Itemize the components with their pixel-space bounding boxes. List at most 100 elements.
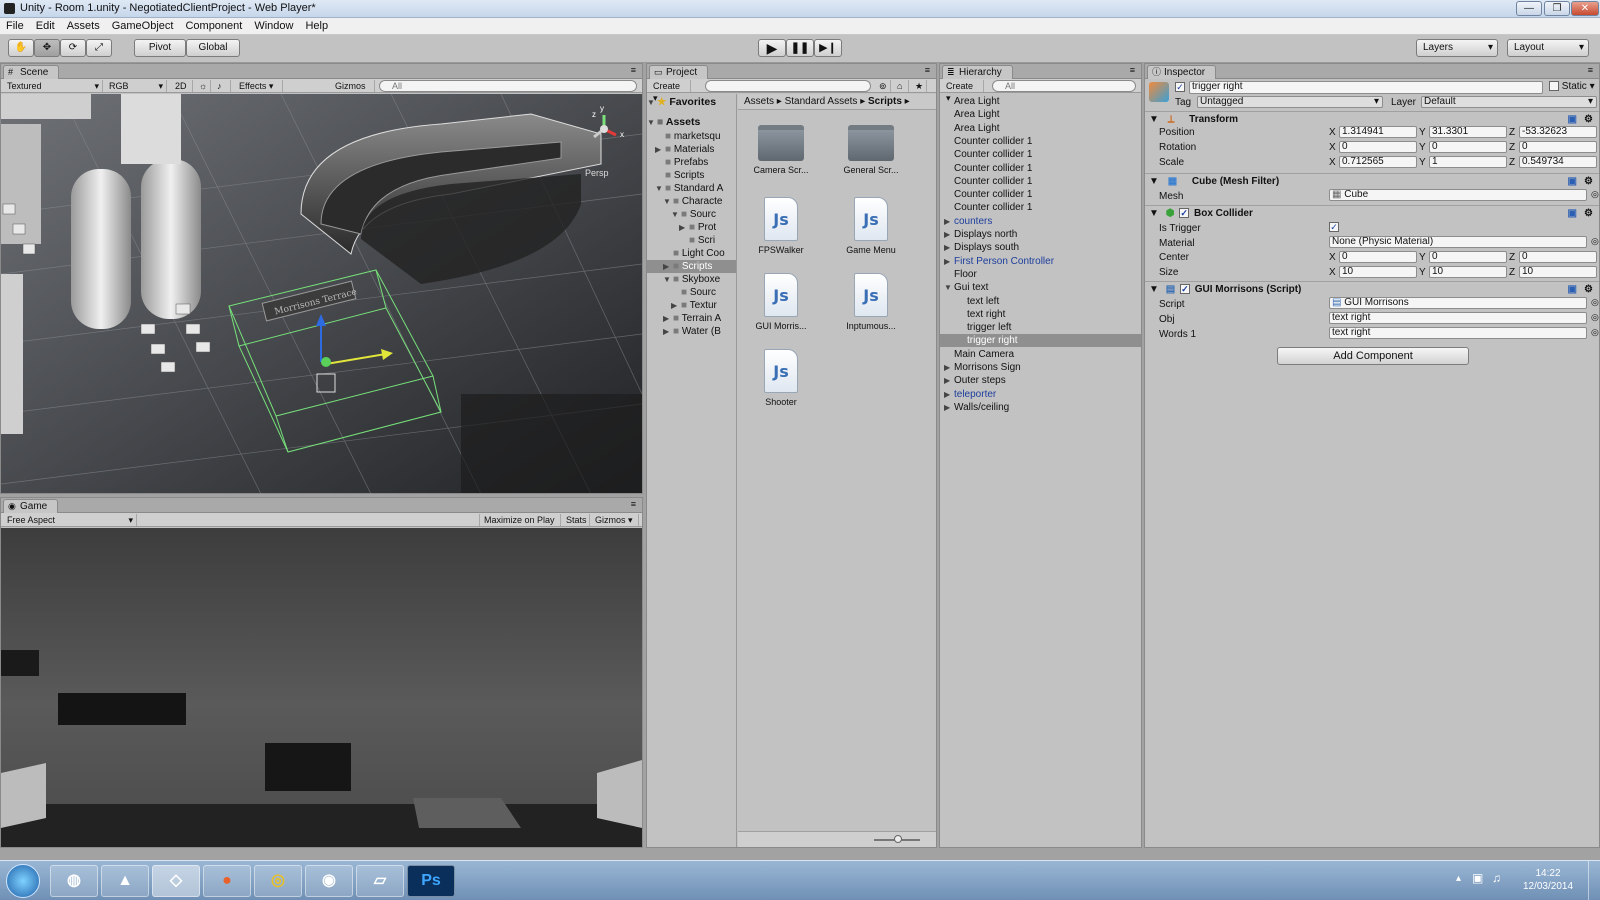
help-book-icon[interactable]: ▣ — [1568, 206, 1577, 222]
filter-label-icon[interactable]: ⌂ — [893, 80, 909, 92]
rotation-x-field[interactable]: 0 — [1339, 141, 1417, 153]
show-desktop-button[interactable] — [1588, 861, 1600, 900]
volume-icon[interactable]: ♫ — [1492, 871, 1501, 885]
favorites-row[interactable]: ▼ ★ Favorites — [647, 96, 736, 109]
play-button[interactable]: ▶ — [758, 39, 786, 57]
mesh-field[interactable]: ▦ Cube — [1329, 189, 1587, 201]
hierarchy-item[interactable]: ▶ teleporter — [940, 388, 1141, 401]
hierarchy-item[interactable]: Area Light — [940, 95, 1141, 108]
menu-component[interactable]: Component — [179, 18, 248, 34]
gear-icon[interactable]: ⚙ — [1584, 282, 1593, 298]
size-y-field[interactable]: 10 — [1429, 266, 1507, 278]
help-book-icon[interactable]: ▣ — [1568, 282, 1577, 298]
global-toggle[interactable]: Global — [186, 39, 240, 57]
hierarchy-item[interactable]: Counter collider 1 — [940, 188, 1141, 201]
menu-edit[interactable]: Edit — [30, 18, 61, 34]
hierarchy-item[interactable]: Area Light — [940, 108, 1141, 121]
gear-icon[interactable]: ⚙ — [1584, 174, 1593, 190]
lighting-toggle-icon[interactable]: ☼ — [195, 80, 211, 92]
scene-search-input[interactable]: All — [379, 80, 637, 92]
hierarchy-item[interactable]: Floor — [940, 268, 1141, 281]
photoshop-icon[interactable]: Ps — [407, 865, 455, 897]
scale-x-field[interactable]: 0.712565 — [1339, 156, 1417, 168]
hierarchy-item[interactable]: ▶ Morrisons Sign — [940, 361, 1141, 374]
aspect-dropdown[interactable]: Free Aspect ▾ — [3, 514, 137, 526]
network-icon[interactable]: ▣ — [1472, 871, 1483, 885]
position-y-field[interactable]: 31.3301 — [1429, 126, 1507, 138]
position-z-field[interactable]: -53.32623 — [1519, 126, 1597, 138]
chrome-icon[interactable]: ◎ — [254, 865, 302, 897]
tab-hierarchy[interactable]: ≣ Hierarchy — [942, 65, 1013, 79]
project-tree-item[interactable]: ▶ ■ Scripts — [647, 260, 736, 273]
shading-mode-dropdown[interactable]: Textured ▾ — [3, 80, 103, 92]
object-name-field[interactable]: trigger right — [1189, 81, 1543, 94]
rotation-z-field[interactable]: 0 — [1519, 141, 1597, 153]
hierarchy-item[interactable]: Counter collider 1 — [940, 148, 1141, 161]
panel-menu-icon[interactable]: ≡ — [1588, 65, 1593, 75]
object-picker-icon[interactable]: ◎ — [1591, 189, 1599, 200]
hierarchy-item[interactable]: text left — [940, 295, 1141, 308]
script-asset[interactable]: Js Game Menu — [836, 197, 906, 255]
gear-icon[interactable]: ⚙ — [1584, 206, 1593, 222]
breadcrumb-item[interactable]: Assets — [744, 96, 774, 107]
hierarchy-item[interactable]: Counter collider 1 — [940, 162, 1141, 175]
folder-asset[interactable]: General Scr... — [836, 121, 906, 175]
game-viewport[interactable] — [1, 528, 642, 847]
script-asset[interactable]: Js Shooter — [746, 349, 816, 407]
pivot-toggle[interactable]: Pivot — [134, 39, 186, 57]
obj-field[interactable]: text right — [1329, 312, 1587, 324]
project-tree-item[interactable]: ▼ ■ Sourc — [647, 208, 736, 221]
project-tree-item[interactable]: ■ Prefabs — [647, 156, 736, 169]
panel-menu-icon[interactable]: ≡ — [631, 499, 636, 509]
object-picker-icon[interactable]: ◎ — [1591, 236, 1599, 247]
project-tree-item[interactable]: ■ Sourc — [647, 286, 736, 299]
start-button-icon[interactable] — [6, 864, 40, 898]
steam-icon[interactable]: ◍ — [50, 865, 98, 897]
tray-arrow-icon[interactable]: ▴ — [1456, 873, 1461, 884]
close-button[interactable]: ✕ — [1571, 1, 1599, 16]
project-create-dropdown[interactable]: Create ▾ — [649, 80, 691, 103]
gizmos-dropdown[interactable]: Gizmos ▾ — [331, 80, 375, 103]
hierarchy-item[interactable]: Counter collider 1 — [940, 175, 1141, 188]
hierarchy-item[interactable]: ▶ Displays north — [940, 228, 1141, 241]
project-tree-item[interactable]: ▶ ■ Prot — [647, 221, 736, 234]
project-tree-item[interactable]: ▶ ■ Materials — [647, 143, 736, 156]
project-tree-item[interactable]: ▼ ■ Skyboxe — [647, 273, 736, 286]
project-tree-item[interactable]: ▶ ■ Water (B — [647, 325, 736, 338]
star-icon[interactable]: ★ — [911, 80, 927, 92]
static-toggle[interactable]: Static ▾ — [1549, 81, 1595, 92]
minimize-button[interactable]: — — [1516, 1, 1542, 16]
project-tree-item[interactable]: ■ Light Coo — [647, 247, 736, 260]
script-enabled-checkbox[interactable]: ✓ — [1179, 284, 1190, 295]
panel-menu-icon[interactable]: ≡ — [925, 65, 930, 75]
scene-viewport[interactable]: Morrisons Terrace y x z Persp — [1, 94, 642, 493]
help-book-icon[interactable]: ▣ — [1568, 174, 1577, 190]
script-asset[interactable]: Js FPSWalker — [746, 197, 816, 255]
zoom-slider-handle[interactable] — [894, 835, 902, 843]
tab-project[interactable]: ▭ Project — [649, 65, 709, 79]
filter-type-icon[interactable]: ⊚ — [875, 80, 891, 92]
mesh-filter-header[interactable]: ▼ ▦ Cube (Mesh Filter) ▣ ⚙ — [1145, 173, 1599, 189]
hierarchy-item[interactable]: trigger left — [940, 321, 1141, 334]
menu-assets[interactable]: Assets — [61, 18, 106, 34]
project-search-input[interactable] — [705, 80, 871, 92]
tab-inspector[interactable]: ⓘ Inspector — [1147, 65, 1217, 79]
breadcrumb-item[interactable]: Scripts — [868, 96, 902, 107]
script-header[interactable]: ▼ ▤ ✓ GUI Morrisons (Script) ▣ ⚙ — [1145, 281, 1599, 297]
active-checkbox[interactable]: ✓ — [1175, 82, 1185, 93]
maximize-button[interactable]: ❐ — [1544, 1, 1570, 16]
hierarchy-item[interactable]: ▶ Outer steps — [940, 374, 1141, 387]
tab-scene[interactable]: # Scene — [3, 65, 60, 79]
step-button[interactable]: ▶❙ — [814, 39, 842, 57]
menu-window[interactable]: Window — [248, 18, 299, 34]
maximize-on-play-toggle[interactable]: Maximize on Play — [479, 514, 561, 526]
project-tree-item[interactable]: ■ marketsqu — [647, 130, 736, 143]
scale-z-field[interactable]: 0.549734 — [1519, 156, 1597, 168]
hierarchy-item[interactable]: Counter collider 1 — [940, 135, 1141, 148]
position-x-field[interactable]: 1.314941 — [1339, 126, 1417, 138]
pause-button[interactable]: ❚❚ — [786, 39, 814, 57]
menu-file[interactable]: File — [0, 18, 30, 34]
center-z-field[interactable]: 0 — [1519, 251, 1597, 263]
hierarchy-create-dropdown[interactable]: Create ▾ — [942, 80, 984, 103]
size-x-field[interactable]: 10 — [1339, 266, 1417, 278]
